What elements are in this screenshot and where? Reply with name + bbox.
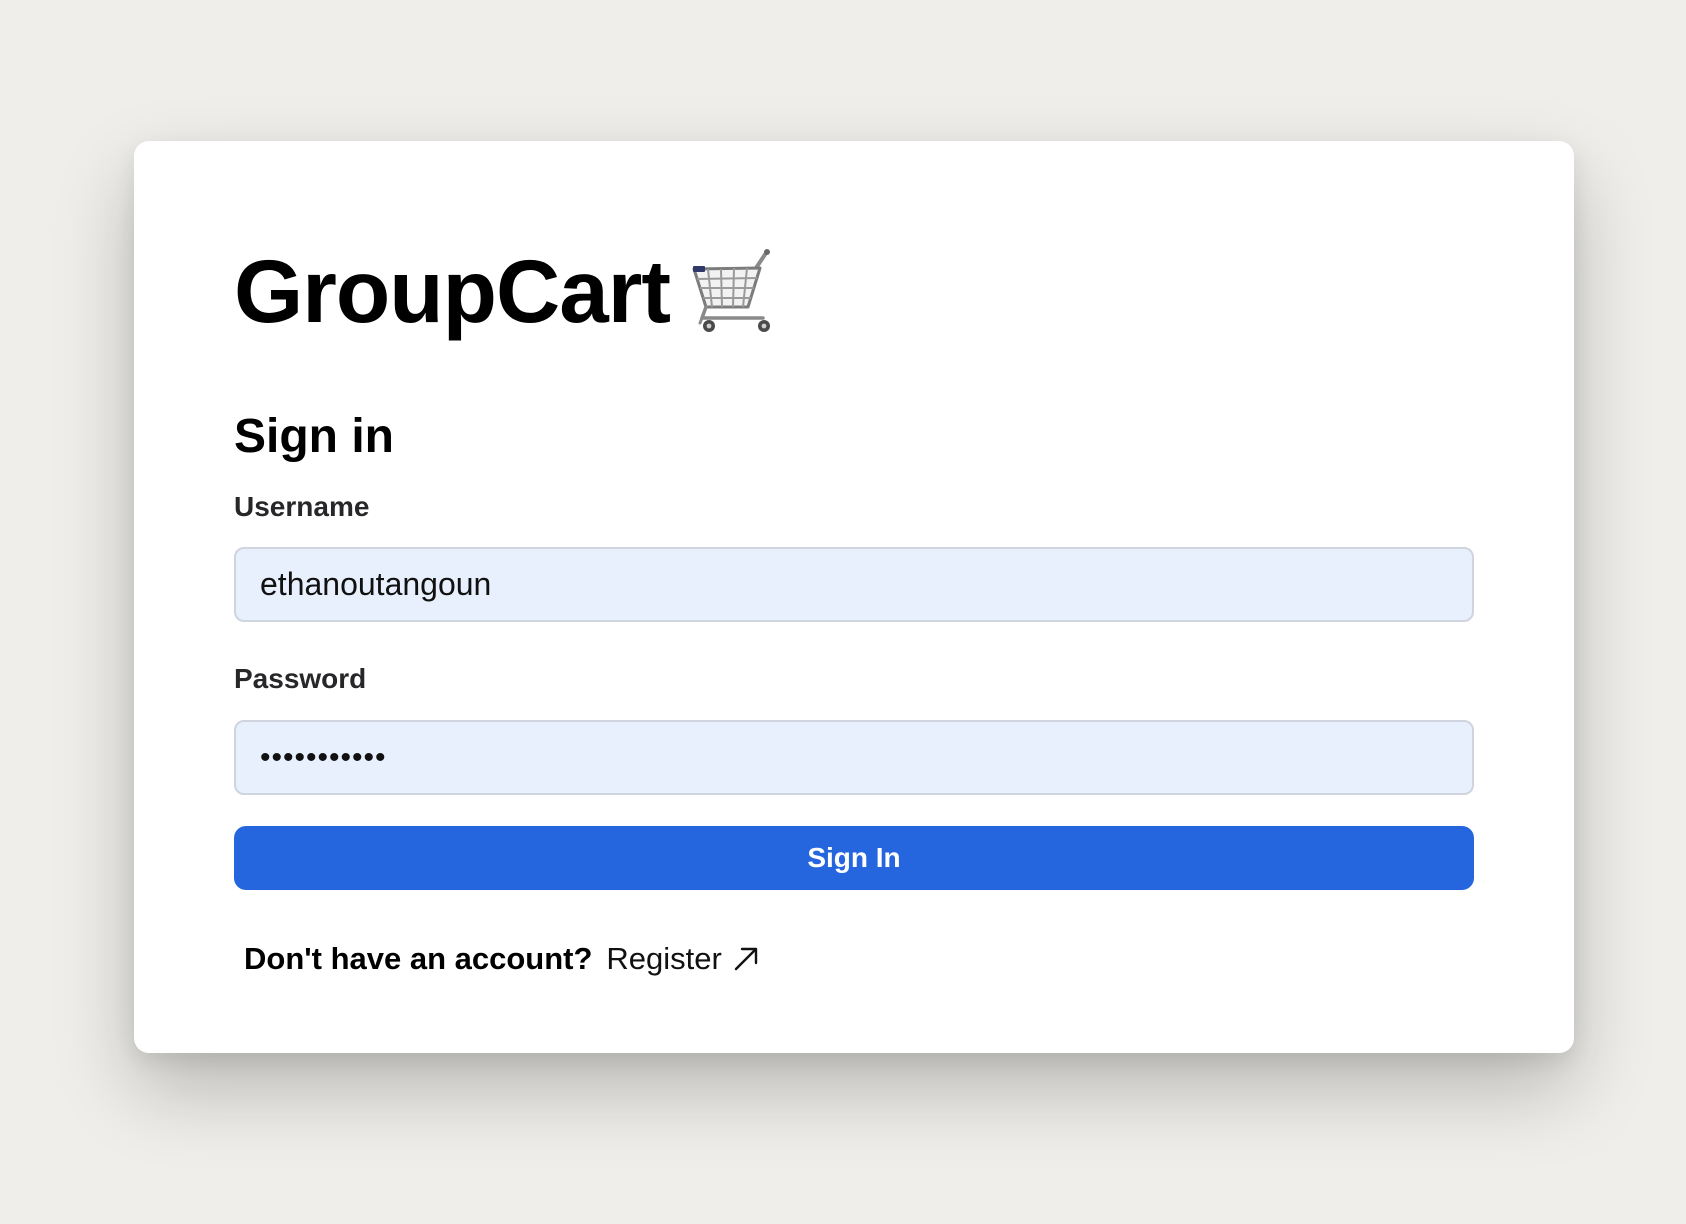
arrow-up-right-icon bbox=[734, 947, 758, 970]
app-title: GroupCart bbox=[234, 240, 671, 341]
sign-in-button[interactable]: Sign In bbox=[234, 826, 1474, 890]
password-label: Password bbox=[234, 663, 367, 694]
shopping-cart-icon bbox=[692, 249, 770, 332]
password-input[interactable] bbox=[234, 720, 1474, 795]
register-link[interactable]: Register bbox=[606, 943, 759, 974]
register-prompt-text: Don't have an account? bbox=[244, 941, 593, 976]
username-input[interactable] bbox=[234, 547, 1474, 622]
username-label: Username bbox=[234, 491, 370, 522]
sign-in-card: GroupCart Sign in Username Password Sign… bbox=[134, 141, 1574, 1053]
form-heading: Sign in bbox=[234, 410, 394, 463]
brand-header: GroupCart bbox=[234, 245, 780, 337]
register-link-label: Register bbox=[606, 941, 722, 976]
register-prompt-row: Don't have an account? Register bbox=[244, 943, 760, 974]
